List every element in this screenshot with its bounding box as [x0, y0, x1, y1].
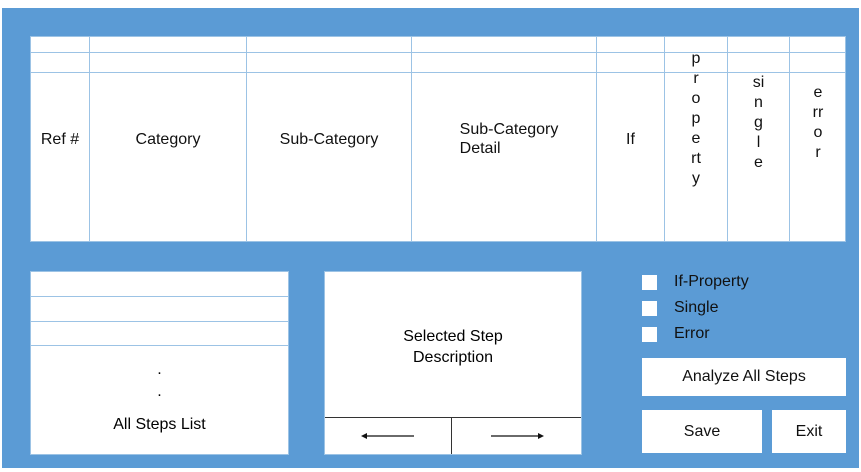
header-single-label: single — [752, 74, 765, 171]
checkbox-square[interactable] — [642, 326, 657, 342]
header-if-label: If — [626, 130, 635, 148]
steps-table: Ref # Category Sub-Category Sub-Category… — [30, 36, 846, 242]
header-sub-category-detail-label: Sub-Category Detail — [459, 121, 559, 157]
error-label: Error — [674, 325, 710, 342]
ellipsis-dot: . — [157, 383, 162, 400]
header-property-label: property — [691, 50, 701, 187]
checkbox-square[interactable] — [642, 300, 657, 316]
header-error-label: error — [812, 84, 824, 161]
list-row-divider — [31, 296, 288, 297]
left-arrow-icon — [361, 433, 414, 439]
header-category[interactable]: Category — [90, 37, 246, 241]
header-if[interactable]: If — [597, 37, 664, 241]
save-button[interactable]: Save — [642, 410, 762, 453]
header-ref[interactable]: Ref # — [31, 37, 89, 241]
header-sub-category-detail[interactable]: Sub-Category Detail — [412, 37, 596, 241]
right-arrow-icon — [490, 433, 544, 439]
ellipsis-dot: . — [157, 361, 162, 378]
header-sub-category[interactable]: Sub-Category — [247, 37, 411, 241]
single-checkbox[interactable]: Single — [642, 299, 718, 317]
exit-button[interactable]: Exit — [772, 410, 846, 453]
checkbox-square[interactable] — [642, 274, 657, 290]
steps-list-label: All Steps List — [113, 416, 206, 433]
header-category-label: Category — [135, 130, 201, 148]
if-property-checkbox[interactable]: If-Property — [642, 273, 749, 291]
next-step-button[interactable] — [452, 418, 581, 454]
if-property-label: If-Property — [674, 273, 749, 290]
header-single[interactable]: single — [728, 73, 789, 241]
header-property[interactable]: property — [665, 49, 727, 241]
step-description-text: Selected Step Description — [403, 328, 503, 366]
previous-step-button[interactable] — [325, 418, 451, 454]
all-steps-list[interactable]: . . All Steps List — [30, 271, 289, 455]
list-row-divider — [31, 345, 288, 346]
step-description-panel: Selected Step Description — [324, 271, 582, 455]
list-row-divider — [31, 321, 288, 322]
error-checkbox[interactable]: Error — [642, 325, 710, 343]
header-error[interactable]: error — [790, 83, 846, 241]
header-sub-category-label: Sub-Category — [279, 130, 379, 148]
header-ref-label: Ref # — [40, 130, 80, 148]
analyze-all-steps-button[interactable]: Analyze All Steps — [642, 358, 846, 396]
single-label: Single — [674, 299, 719, 316]
